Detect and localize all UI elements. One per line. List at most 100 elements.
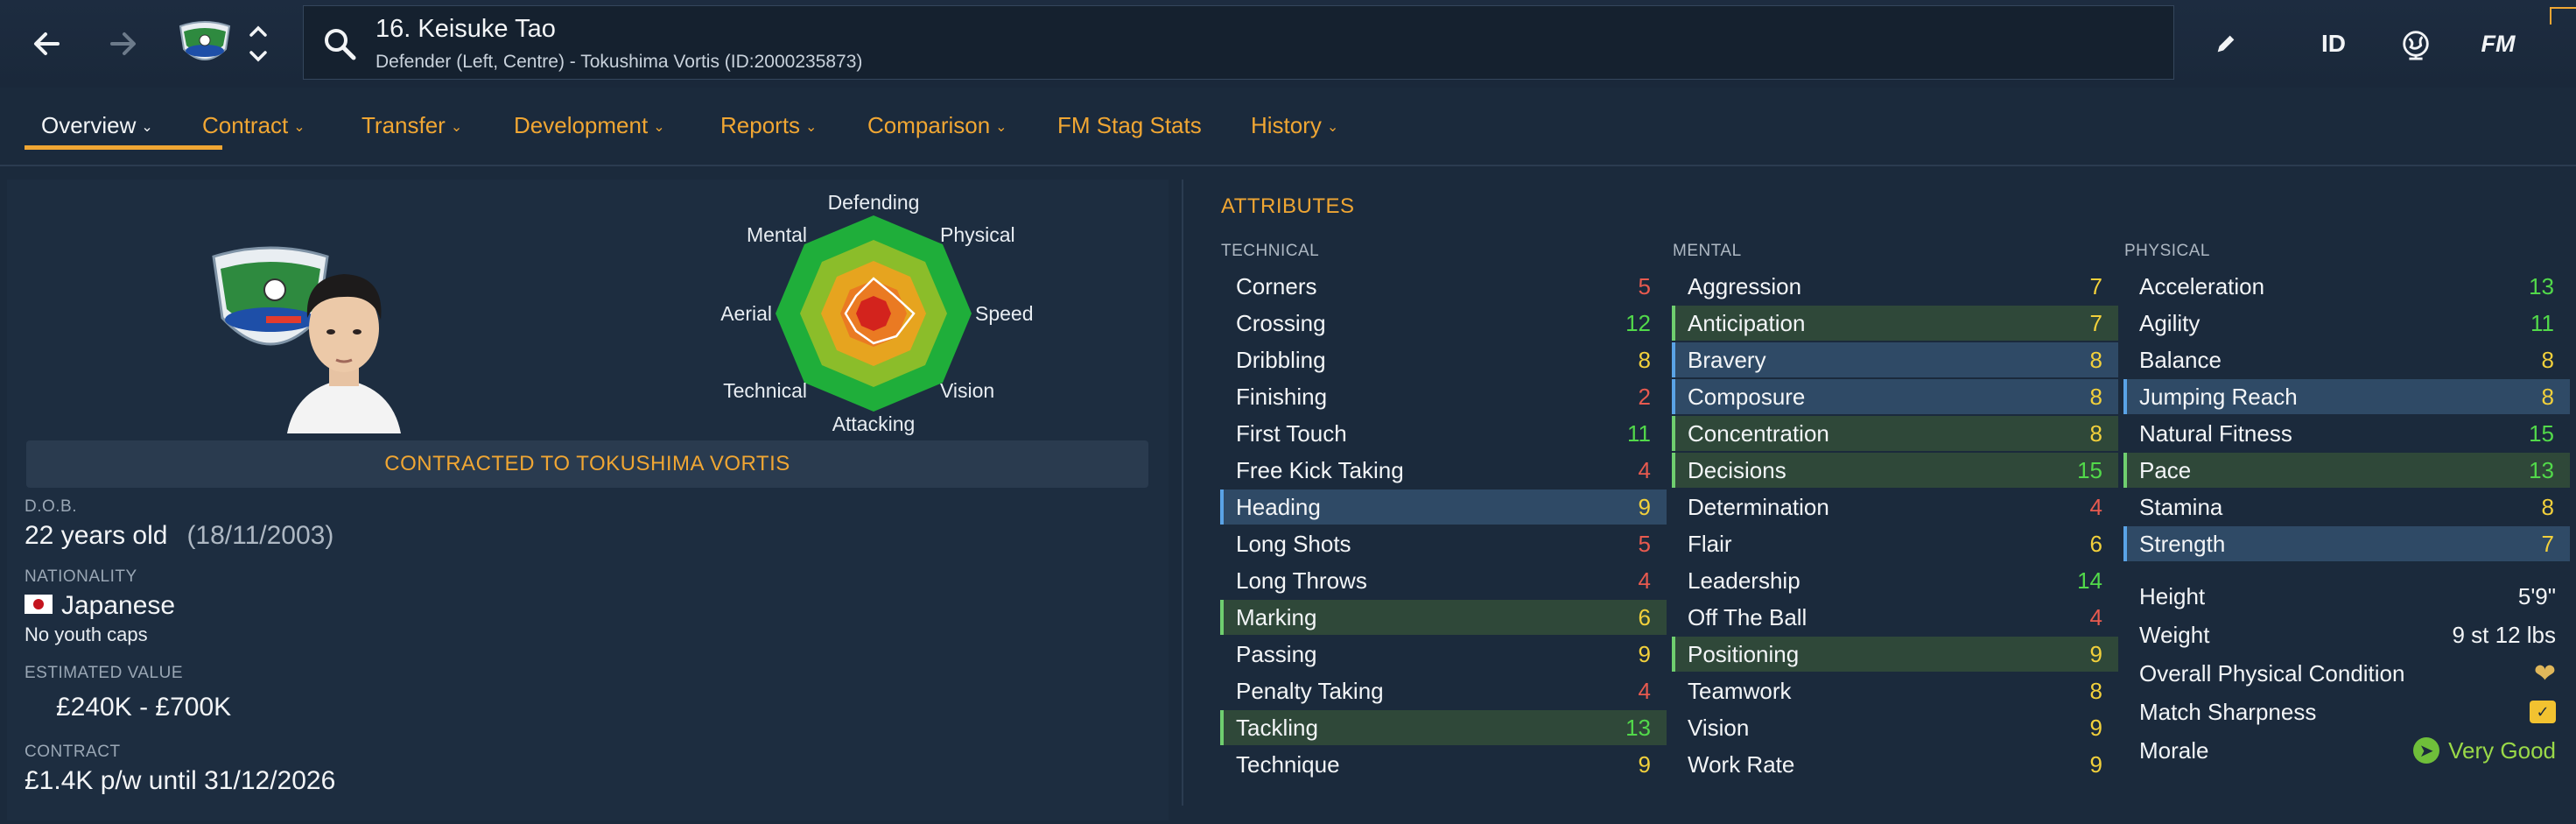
- attribute-name: Long Throws: [1236, 567, 1367, 594]
- chevron-down-icon: ⌄: [450, 120, 463, 135]
- tab-comparison[interactable]: Comparison ⌄: [867, 112, 1007, 156]
- attribute-row-vision[interactable]: Vision 9: [1672, 710, 2118, 745]
- attribute-name: Technique: [1236, 750, 1340, 778]
- tab-development[interactable]: Development ⌄: [514, 112, 665, 156]
- attribute-row-tackling[interactable]: Tackling 13: [1220, 710, 1667, 745]
- attribute-row-natural-fitness[interactable]: Natural Fitness 15: [2123, 416, 2570, 451]
- tab-label: Transfer: [361, 112, 446, 138]
- attribute-row-aggression[interactable]: Aggression 7: [1672, 269, 2118, 304]
- tab-label: Comparison: [867, 112, 991, 138]
- tab-label: Contract: [202, 112, 289, 138]
- attribute-value: 8: [2541, 493, 2554, 520]
- attribute-value: 9: [1638, 493, 1651, 520]
- birth-date: (18/11/2003): [186, 521, 334, 550]
- attribute-row-strength[interactable]: Strength 7: [2123, 526, 2570, 561]
- attribute-row-passing[interactable]: Passing 9: [1220, 637, 1667, 672]
- attribute-row-acceleration[interactable]: Acceleration 13: [2123, 269, 2570, 304]
- attribute-value: 13: [2529, 456, 2554, 483]
- nationality-value[interactable]: Japanese: [25, 591, 175, 621]
- attribute-row-stamina[interactable]: Stamina 8: [2123, 489, 2570, 525]
- radar-label-defending: Defending: [828, 191, 920, 214]
- attribute-value: 8: [2089, 677, 2102, 704]
- fm-menu-button[interactable]: FM: [2470, 18, 2526, 70]
- attribute-row-decisions[interactable]: Decisions 15: [1672, 453, 2118, 488]
- forward-button[interactable]: [95, 16, 151, 72]
- radar-label-speed: Speed: [975, 302, 1034, 325]
- mental-heading: MENTAL: [1673, 242, 1742, 260]
- attribute-name: Penalty Taking: [1236, 677, 1384, 704]
- attribute-row-balance[interactable]: Balance 8: [2123, 342, 2570, 377]
- attribute-name: Off The Ball: [1688, 603, 1807, 630]
- tab-transfer[interactable]: Transfer ⌄: [361, 112, 462, 156]
- attribute-row-concentration[interactable]: Concentration 8: [1672, 416, 2118, 451]
- heart-icon[interactable]: ❤: [2534, 658, 2556, 689]
- attribute-row-heading[interactable]: Heading 9: [1220, 489, 1667, 525]
- attribute-name: Strength: [2139, 530, 2226, 557]
- attribute-row-technique[interactable]: Technique 9: [1220, 747, 1667, 782]
- attribute-name: Flair: [1688, 530, 1732, 557]
- attribute-name: Leadership: [1688, 567, 1800, 594]
- radar-label-vision: Vision: [940, 379, 994, 402]
- attribute-row-off-the-ball[interactable]: Off The Ball 4: [1672, 600, 2118, 635]
- attribute-value: 8: [2089, 419, 2102, 447]
- attribute-name: Anticipation: [1688, 309, 1806, 336]
- attribute-row-composure[interactable]: Composure 8: [1672, 379, 2118, 414]
- youth-caps: No youth caps: [25, 623, 148, 645]
- attribute-row-determination[interactable]: Determination 4: [1672, 489, 2118, 525]
- attribute-value: 4: [1638, 456, 1651, 483]
- attribute-row-long-shots[interactable]: Long Shots 5: [1220, 526, 1667, 561]
- tab-history[interactable]: History ⌄: [1251, 112, 1338, 156]
- back-arrow-icon: [34, 32, 60, 55]
- attribute-row-dribbling[interactable]: Dribbling 8: [1220, 342, 1667, 377]
- edit-button[interactable]: [2204, 18, 2248, 70]
- attribute-row-corners[interactable]: Corners 5: [1220, 269, 1667, 304]
- attribute-row-anticipation[interactable]: Anticipation 7: [1672, 306, 2118, 341]
- condition-row: Overall Physical Condition ❤: [2125, 656, 2572, 691]
- attribute-row-crossing[interactable]: Crossing 12: [1220, 306, 1667, 341]
- globe-button[interactable]: [2394, 18, 2438, 70]
- tab-reports[interactable]: Reports ⌄: [720, 112, 817, 156]
- player-search-box[interactable]: 16. Keisuke Tao Defender (Left, Centre) …: [303, 5, 2174, 80]
- radar-label-attacking: Attacking: [832, 412, 916, 435]
- id-button[interactable]: ID: [2309, 18, 2358, 70]
- attribute-row-bravery[interactable]: Bravery 8: [1672, 342, 2118, 377]
- up-down-chevron-icon[interactable]: [247, 19, 270, 68]
- tab-fm-stag-stats[interactable]: FM Stag Stats: [1057, 112, 1202, 156]
- club-badge-icon[interactable]: [175, 19, 235, 68]
- attribute-row-work-rate[interactable]: Work Rate 9: [1672, 747, 2118, 782]
- sharpness-label: Match Sharpness: [2139, 698, 2317, 725]
- physical-heading: PHYSICAL: [2124, 242, 2210, 260]
- active-tab-indicator: [25, 145, 222, 150]
- attribute-row-flair[interactable]: Flair 6: [1672, 526, 2118, 561]
- attribute-radar-chart: Defending Physical Speed Vision Attackin…: [720, 191, 1034, 435]
- condition-label: Overall Physical Condition: [2139, 659, 2405, 687]
- sharpness-row: Match Sharpness ✓: [2125, 694, 2572, 729]
- attribute-name: Dribbling: [1236, 346, 1326, 373]
- attribute-row-first-touch[interactable]: First Touch 11: [1220, 416, 1667, 451]
- attribute-row-free-kick-taking[interactable]: Free Kick Taking 4: [1220, 453, 1667, 488]
- radar-label-mental: Mental: [747, 223, 807, 246]
- back-button[interactable]: [19, 16, 75, 72]
- attribute-row-leadership[interactable]: Leadership 14: [1672, 563, 2118, 598]
- attribute-value: 7: [2089, 309, 2102, 336]
- sharpness-icon[interactable]: ✓: [2530, 701, 2556, 723]
- attribute-row-finishing[interactable]: Finishing 2: [1220, 379, 1667, 414]
- attribute-name: Natural Fitness: [2139, 419, 2292, 447]
- attribute-name: Decisions: [1688, 456, 1786, 483]
- attribute-row-penalty-taking[interactable]: Penalty Taking 4: [1220, 673, 1667, 708]
- attribute-value: 8: [1638, 346, 1651, 373]
- attribute-row-pace[interactable]: Pace 13: [2123, 453, 2570, 488]
- attribute-name: Concentration: [1688, 419, 1829, 447]
- attribute-row-agility[interactable]: Agility 11: [2123, 306, 2570, 341]
- attribute-row-jumping-reach[interactable]: Jumping Reach 8: [2123, 379, 2570, 414]
- japan-flag-icon: [25, 595, 53, 615]
- attribute-value: 15: [2529, 419, 2554, 447]
- morale-value[interactable]: ➤ Very Good: [2413, 737, 2556, 764]
- attribute-value: 7: [2089, 272, 2102, 299]
- age-value: 22 years old: [25, 521, 168, 550]
- attribute-row-positioning[interactable]: Positioning 9: [1672, 637, 2118, 672]
- attribute-row-long-throws[interactable]: Long Throws 4: [1220, 563, 1667, 598]
- attribute-row-marking[interactable]: Marking 6: [1220, 600, 1667, 635]
- attribute-row-teamwork[interactable]: Teamwork 8: [1672, 673, 2118, 708]
- forward-arrow-icon: [110, 32, 136, 55]
